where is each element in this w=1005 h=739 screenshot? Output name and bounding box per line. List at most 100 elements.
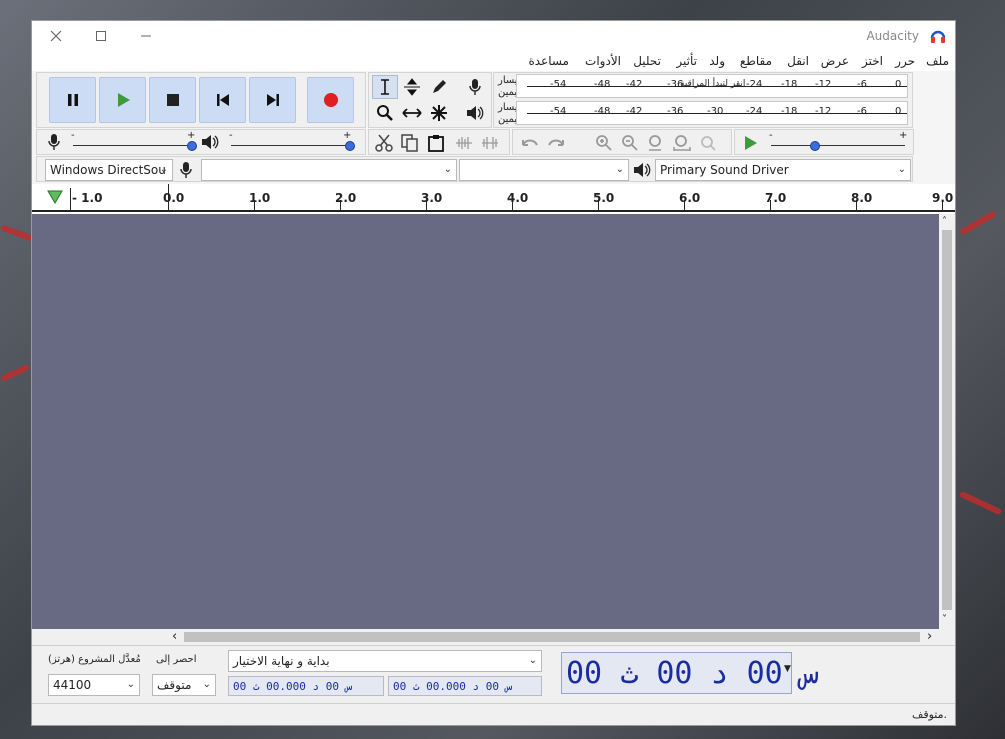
maximize-button[interactable]	[89, 25, 113, 47]
menu-effect[interactable]: تأثير	[676, 54, 697, 68]
menu-tracks[interactable]: مقاطع	[740, 54, 772, 68]
record-meter[interactable]: -54 -48 -42 -36 انقر لتبدأ المراقبة -24 …	[516, 74, 908, 98]
close-button[interactable]	[44, 25, 68, 47]
undo-button[interactable]	[517, 131, 543, 155]
zoom-out-button[interactable]	[617, 131, 643, 155]
device-toolbar: Windows DirectSou ⌄ ⌄ ⌄ Primary Sound Dri…	[36, 156, 913, 182]
playback-device-select[interactable]: Primary Sound Driver ⌄	[655, 159, 911, 181]
record-scale-label: -48	[594, 79, 611, 90]
status-text: متوقف.	[911, 708, 947, 721]
menu-file[interactable]: ملف	[926, 54, 949, 68]
copy-button[interactable]	[397, 131, 423, 155]
menu-transport[interactable]: انقل	[787, 54, 809, 68]
scroll-down-button[interactable]: ˅	[942, 614, 947, 625]
playback-speed-knob[interactable]	[810, 141, 820, 151]
clipboard-icon	[428, 135, 444, 152]
playback-meter[interactable]: -54 -48 -42 -36 -30 -24 -18 -12 -6 0	[516, 101, 908, 125]
scroll-up-button[interactable]: ˄	[942, 216, 947, 227]
timeline-options-icon[interactable]	[46, 189, 64, 208]
edit-toolbar	[368, 129, 510, 155]
selection-mode-select[interactable]: بداية و نهاية الاختيار ⌄	[228, 650, 542, 672]
recording-device-mic-icon	[179, 161, 193, 182]
menu-view[interactable]: عرض	[821, 54, 849, 68]
zoom-in-button[interactable]	[591, 131, 617, 155]
skip-end-icon	[266, 94, 279, 106]
envelope-tool[interactable]	[399, 75, 425, 99]
record-icon	[323, 93, 338, 107]
record-meter-left-label: يسار	[498, 75, 518, 86]
zoom-toggle-button[interactable]	[695, 131, 721, 155]
menu-select[interactable]: اختز	[862, 54, 883, 68]
play-scale-label: -36	[667, 106, 684, 117]
menu-edit[interactable]: حرر	[895, 54, 915, 68]
pause-button[interactable]	[49, 77, 96, 123]
window-title: Audacity	[866, 29, 919, 43]
audacity-window: Audacity ملف حرر اختز عرض انقل مقاطع ولد…	[31, 20, 956, 726]
chevron-down-icon: ⌄	[159, 164, 168, 175]
play-scale-label: -42	[626, 106, 643, 117]
draw-tool[interactable]	[426, 75, 452, 99]
record-button[interactable]	[307, 77, 354, 123]
scroll-left-button[interactable]: ‹	[172, 629, 177, 644]
timeline-ruler[interactable]: - 1.0 0.0 1.0 2.0 3.0 4.0 5.0 6.0 7.0 8.…	[32, 184, 955, 212]
fit-project-icon	[673, 135, 691, 151]
chevron-down-icon: ⌄	[528, 655, 537, 666]
zoom-tool[interactable]	[372, 101, 398, 125]
selection-tool[interactable]	[372, 75, 398, 99]
wallpaper-accent	[0, 363, 30, 383]
playback-volume-knob[interactable]	[345, 141, 355, 151]
playback-speed-slider[interactable]	[771, 145, 905, 146]
play-at-speed-button[interactable]	[737, 131, 763, 155]
recording-volume-knob[interactable]	[187, 141, 197, 151]
horizontal-scroll-thumb[interactable]	[184, 632, 920, 642]
minimize-button[interactable]	[134, 25, 158, 47]
project-rate-select[interactable]: 44100 ⌄	[48, 674, 140, 696]
trim-button[interactable]	[451, 131, 477, 155]
paste-button[interactable]	[423, 131, 449, 155]
time-format-menu-icon[interactable]: ▼	[784, 664, 791, 674]
redo-button[interactable]	[543, 131, 569, 155]
cut-button[interactable]	[371, 131, 397, 155]
recording-volume-slider[interactable]	[73, 145, 193, 146]
menu-bar: ملف حرر اختز عرض انقل مقاطع ولد تأثير تح…	[32, 51, 955, 71]
track-panel[interactable]	[32, 214, 939, 629]
scroll-right-button[interactable]: ›	[927, 629, 932, 644]
play-scale-label: 0	[895, 106, 902, 117]
play-meter-speaker-icon[interactable]	[463, 102, 487, 124]
menu-help[interactable]: مساعدة	[528, 54, 569, 68]
skip-to-end-button[interactable]	[249, 77, 296, 123]
recording-channels-select[interactable]: ⌄	[459, 159, 629, 181]
fit-selection-button[interactable]	[643, 131, 669, 155]
multi-tool[interactable]	[426, 101, 452, 125]
menu-generate[interactable]: ولد	[709, 54, 725, 68]
horizontal-scrollbar[interactable]: ‹ ›	[32, 629, 955, 645]
asterisk-icon	[431, 105, 447, 121]
fit-project-button[interactable]	[669, 131, 695, 155]
vertical-scrollbar[interactable]: ˄ ˅	[939, 214, 955, 629]
recording-volume-mic-icon	[47, 133, 61, 154]
record-monitor-hint[interactable]: انقر لتبدأ المراقبة	[680, 79, 745, 89]
envelope-icon	[404, 78, 420, 96]
copy-icon	[401, 134, 418, 152]
selection-start-time[interactable]: 00 س 00 د 00.000 ث	[228, 676, 384, 696]
menu-tools[interactable]: الأدوات	[585, 54, 621, 68]
audio-position-display[interactable]: 00 س 00 د 00 ث	[561, 652, 817, 694]
record-scale-label: -6	[857, 79, 867, 90]
play-scale-label: -54	[550, 106, 567, 117]
menu-analyze[interactable]: تحليل	[633, 54, 661, 68]
ruler-label: 6.0	[679, 191, 701, 205]
skip-to-start-button[interactable]	[199, 77, 246, 123]
audio-host-select[interactable]: Windows DirectSou ⌄	[45, 159, 173, 181]
vertical-scroll-thumb[interactable]	[942, 230, 952, 610]
time-shift-tool[interactable]	[399, 101, 425, 125]
selection-end-time[interactable]: 00 س 00 د 00.000 ث	[388, 676, 542, 696]
record-meter-mic-icon[interactable]	[463, 76, 487, 98]
play-button[interactable]	[99, 77, 146, 123]
recording-device-select[interactable]: ⌄	[201, 159, 457, 181]
silence-button[interactable]	[477, 131, 503, 155]
silence-audio-icon	[482, 137, 498, 149]
playback-volume-slider[interactable]	[231, 145, 351, 146]
chevron-down-icon: ⌄	[897, 164, 906, 175]
stop-button[interactable]	[149, 77, 196, 123]
snap-to-select[interactable]: متوقف ⌄	[152, 674, 216, 696]
